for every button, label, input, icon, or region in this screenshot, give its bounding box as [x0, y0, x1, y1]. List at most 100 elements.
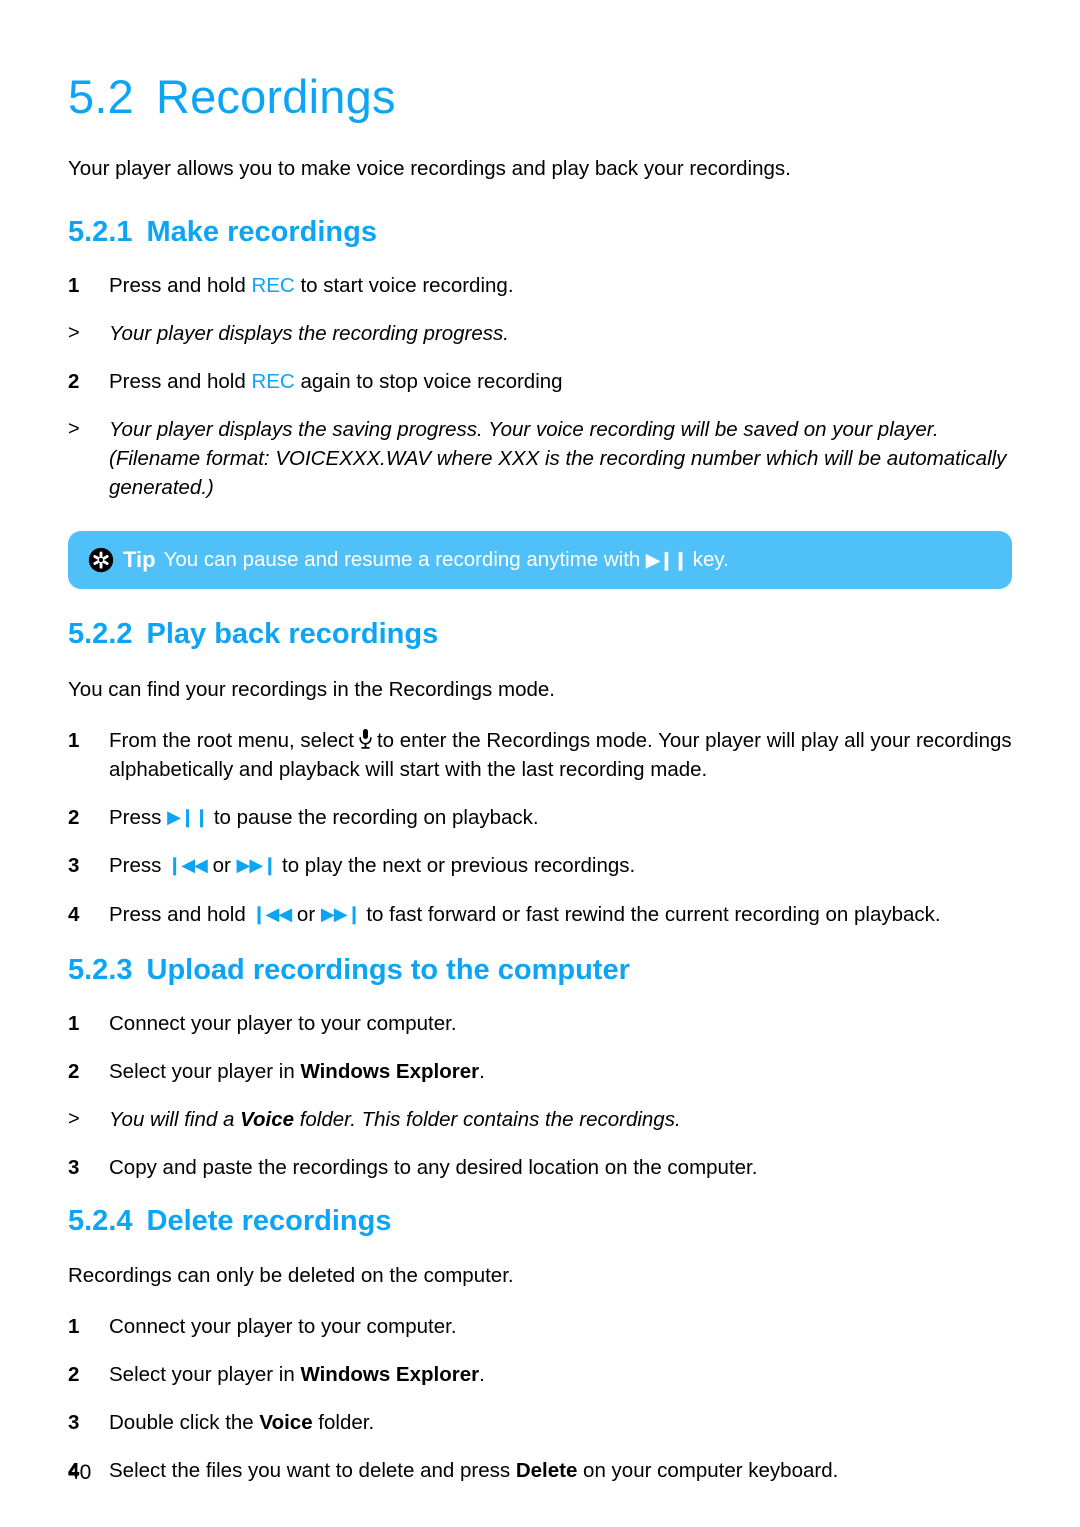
note-marker: > — [68, 418, 80, 441]
step-text: Select your player in Windows Explorer. — [109, 1057, 1012, 1086]
microphone-icon — [359, 729, 372, 749]
step-text: Select the files you want to delete and … — [109, 1456, 1012, 1485]
list-item: 1 Connect your player to your computer. — [68, 1009, 1012, 1038]
list-item: 2 Press and hold REC again to stop voice… — [68, 367, 1012, 396]
step-marker: 3 — [68, 1155, 80, 1179]
step-marker: 1 — [68, 729, 80, 753]
step-text-part: to play the next or previous recordings. — [276, 854, 636, 878]
step-text: Select your player in Windows Explorer. — [109, 1360, 1012, 1389]
page-number: 40 — [68, 1461, 92, 1484]
step-text: Connect your player to your computer. — [109, 1314, 457, 1338]
list-item: 2 Press ▶❙❙ to pause the recording on pl… — [68, 803, 1012, 832]
step-text-part: Select your player in — [109, 1059, 301, 1083]
note-text: You will find a Voice folder. This folde… — [109, 1105, 1012, 1134]
step-text-part: to start voice recording. — [294, 273, 514, 297]
step-text-part: Press — [109, 806, 168, 830]
step-text: Double click the Voice folder. — [109, 1408, 1012, 1437]
previous-track-icon: ❙◀◀ — [251, 903, 292, 924]
next-track-icon: ▶▶❙ — [236, 855, 278, 876]
step-text-part: . — [479, 1362, 485, 1386]
list-item: > You will find a Voice folder. This fol… — [68, 1105, 1012, 1134]
section-title-5-2-1: Make recordings — [146, 216, 377, 249]
tip-text: You can pause and resume a recording any… — [164, 548, 729, 572]
list-item: 4 Press and hold ❙◀◀ or ▶▶❙ to fast forw… — [68, 900, 1012, 929]
tip-text-part: key. — [687, 547, 729, 571]
section-number-5-2-2: 5.2.2 — [68, 617, 133, 650]
list-item: > Your player displays the recording pro… — [68, 319, 1012, 348]
next-track-icon: ▶▶❙ — [320, 903, 362, 924]
tip-callout: Tip You can pause and resume a recording… — [68, 530, 1012, 589]
play-pause-icon: ▶❙❙ — [167, 807, 209, 828]
emphasis-text: Delete — [515, 1458, 578, 1482]
step-text: Connect your player to your computer. — [109, 1011, 457, 1035]
step-text-part: Press and hold — [109, 273, 252, 297]
list-item: 3 Copy and paste the recordings to any d… — [68, 1153, 1012, 1182]
step-marker: 1 — [68, 1314, 80, 1338]
step-text-part: Press and hold — [109, 370, 252, 394]
step-marker: 3 — [68, 1410, 80, 1434]
section-heading-5-2-4: 5.2.4 Delete recordings — [68, 1205, 1012, 1238]
step-text-part: Double click the — [109, 1410, 260, 1434]
step-marker: 1 — [68, 1011, 80, 1035]
section-number-5-2-4: 5.2.4 — [68, 1205, 133, 1237]
note-text-part: You will find a — [109, 1107, 241, 1131]
step-text-part: or — [206, 854, 237, 878]
list-item: 1 From the root menu, select to enter the… — [68, 726, 1012, 784]
list-item: 2 Select your player in Windows Explorer… — [68, 1360, 1012, 1389]
section-title-5-2-3: Upload recordings to the computer — [146, 953, 630, 986]
section-title-5-2-4: Delete recordings — [146, 1205, 392, 1237]
step-text-part: to fast forward or fast rewind the curre… — [360, 902, 941, 926]
list-item: > Your player displays the saving progre… — [68, 415, 1012, 502]
emphasis-text: Voice — [259, 1410, 313, 1434]
step-text: Press ▶❙❙ to pause the recording on play… — [109, 803, 1012, 832]
step-marker: 2 — [68, 1059, 80, 1083]
step-text-part: again to stop voice recording — [294, 370, 563, 394]
step-text: Copy and paste the recordings to any des… — [109, 1155, 758, 1179]
section-title-5-2-2: Play back recordings — [146, 617, 439, 650]
section-lead-5-2-4: Recordings can only be deleted on the co… — [68, 1263, 514, 1287]
section-number-5-2-3: 5.2.3 — [68, 953, 133, 986]
step-text: Press ❙◀◀ or ▶▶❙ to play the next or pre… — [109, 851, 1012, 880]
emphasis-text: Voice — [240, 1107, 294, 1131]
section-heading-5-2-3: 5.2.3 Upload recordings to the computer — [68, 953, 1012, 987]
step-text: Press and hold REC to start voice record… — [109, 271, 1012, 300]
step-marker: 3 — [68, 854, 80, 878]
emphasis-text: Windows Explorer — [300, 1059, 480, 1083]
step-text-part: From the root menu, select — [109, 729, 354, 753]
page-title-text: Recordings — [155, 70, 396, 123]
step-text-part: Press — [109, 854, 168, 878]
rec-key-label: REC — [251, 273, 295, 297]
step-marker: 2 — [68, 1362, 80, 1386]
list-item: 3 Press ❙◀◀ or ▶▶❙ to play the next or p… — [68, 851, 1012, 880]
note-text: Your player displays the recording progr… — [109, 322, 509, 346]
tip-text-part: You can pause and resume a recording any… — [163, 547, 647, 571]
step-text-part: folder. — [312, 1410, 375, 1434]
step-marker: 1 — [68, 273, 80, 297]
step-text-part: Press and hold — [109, 902, 252, 926]
list-item: 1 Press and hold REC to start voice reco… — [68, 271, 1012, 300]
tip-label: Tip — [123, 546, 156, 572]
step-text: From the root menu, select to enter the R… — [109, 726, 1012, 784]
section-heading-5-2-2: 5.2.2 Play back recordings — [68, 617, 1012, 651]
note-text: Your player displays the saving progress… — [109, 418, 1007, 500]
step-marker: 4 — [68, 902, 80, 926]
section-number-5-2-1: 5.2.1 — [68, 216, 133, 249]
play-pause-icon: ▶❙❙ — [646, 549, 688, 570]
asterisk-badge-icon — [88, 547, 114, 572]
step-text: Press and hold ❙◀◀ or ▶▶❙ to fast forwar… — [109, 900, 1012, 929]
note-text-part: folder. This folder contains the recordi… — [294, 1107, 681, 1131]
step-text-part: . — [479, 1059, 485, 1083]
step-text-part: to pause the recording on playback. — [208, 806, 539, 830]
previous-track-icon: ❙◀◀ — [167, 855, 208, 876]
list-item: 1 Connect your player to your computer. — [68, 1312, 1012, 1341]
list-item: 3 Double click the Voice folder. — [68, 1408, 1012, 1437]
manual-page: 5.2 Recordings Your player allows you to … — [0, 0, 1080, 1527]
step-text-part: Select your player in — [109, 1362, 301, 1386]
section-lead-5-2-2: You can find your recordings in the Reco… — [68, 678, 555, 702]
section-heading-5-2-1: 5.2.1 Make recordings — [68, 216, 1012, 249]
step-text-part: Select the files you want to delete and … — [109, 1458, 516, 1482]
page-title: 5.2 Recordings — [68, 0, 1012, 121]
step-text-part: or — [291, 902, 321, 926]
list-item: 2 Select your player in Windows Explorer… — [68, 1057, 1012, 1086]
emphasis-text: Windows Explorer — [300, 1362, 480, 1386]
